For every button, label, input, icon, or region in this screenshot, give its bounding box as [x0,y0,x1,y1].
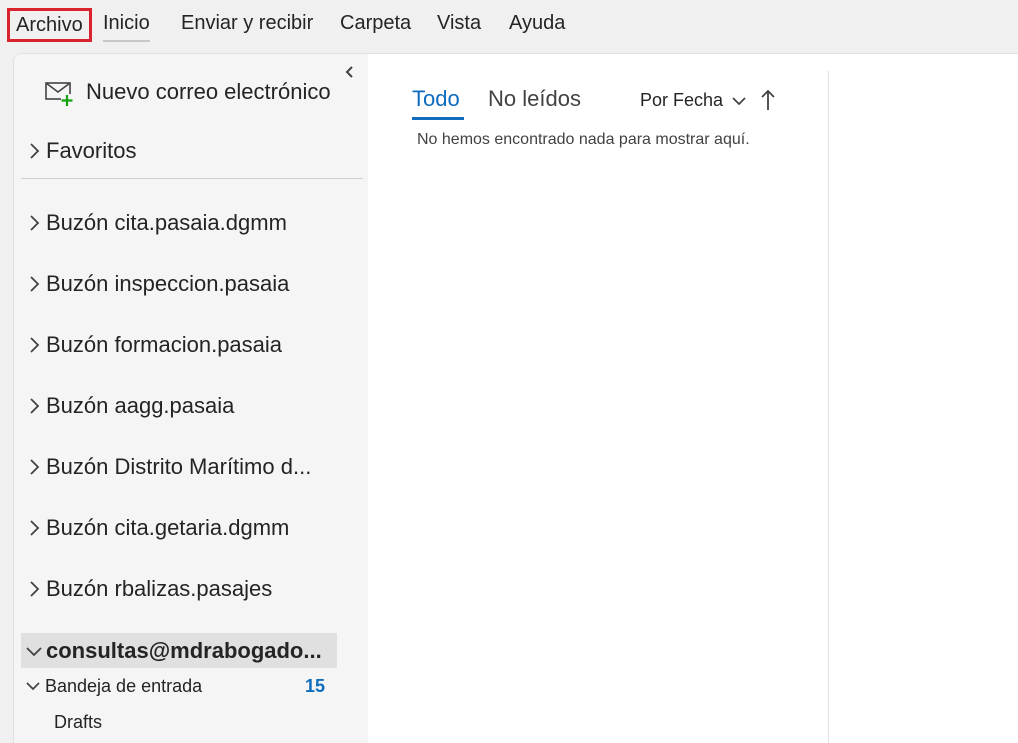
chevron-right-icon [24,274,44,294]
tree-item-mailbox[interactable]: Buzón cita.pasaia.dgmm [24,207,287,239]
new-mail-label: Nuevo correo electrónico [86,79,331,104]
chevron-down-icon [24,677,42,695]
folder-inbox-label: Bandeja de entrada [45,675,203,696]
account-header[interactable]: consultas@mdrabogado... [21,633,337,668]
tree-item-label: Buzón inspeccion.pasaia [46,271,290,296]
menu-ayuda[interactable]: Ayuda [509,9,565,39]
folder-drafts-label: Drafts [54,711,103,732]
tree-item-label: Buzón formacion.pasaia [46,332,283,357]
tab-todo-label: Todo [412,86,460,111]
collapse-pane-icon[interactable] [343,65,357,79]
chevron-down-icon [24,641,44,661]
tree-item-mailbox[interactable]: Buzón rbalizas.pasajes [24,573,272,605]
empty-list-message: No hemos encontrado nada para mostrar aq… [417,131,750,148]
tree-item-label: Favoritos [46,138,137,163]
tab-no-leidos[interactable]: No leídos [488,86,581,112]
sort-label: Por Fecha [640,90,724,110]
chevron-right-icon [24,141,44,161]
active-tab-indicator [412,117,464,120]
chevron-down-icon [731,93,747,109]
folder-drafts[interactable]: Drafts [54,710,102,734]
account-label: consultas@mdrabogado... [46,637,322,663]
tree-item-label: Buzón Distrito Marítimo d... [46,454,312,479]
tree-item-label: Buzón aagg.pasaia [46,393,235,418]
reading-pane [829,54,1018,743]
menu-inicio[interactable]: Inicio [103,9,150,42]
divider [21,178,363,179]
tab-todo[interactable]: Todo [412,86,464,120]
tree-item-mailbox[interactable]: Buzón formacion.pasaia [24,329,282,361]
folder-inbox[interactable]: Bandeja de entrada [24,674,202,698]
menu-enviar-recibir[interactable]: Enviar y recibir [181,9,313,39]
menu-bar: Archivo Inicio Enviar y recibir Carpeta … [0,0,1018,46]
tree-item-favoritos[interactable]: Favoritos [24,135,136,167]
tree-item-label: Buzón rbalizas.pasajes [46,576,273,601]
tree-item-mailbox[interactable]: Buzón aagg.pasaia [24,390,234,422]
tree-item-mailbox[interactable]: Buzón cita.getaria.dgmm [24,512,289,544]
new-mail-button[interactable]: Nuevo correo electrónico [44,76,331,108]
mail-new-icon [44,77,74,107]
folder-pane: Nuevo correo electrónico Favoritos Buzón… [14,54,368,743]
sort-by-date-button[interactable]: Por Fecha [640,90,747,111]
chevron-right-icon [24,579,44,599]
menu-carpeta[interactable]: Carpeta [340,9,411,39]
menu-archivo[interactable]: Archivo [7,8,92,42]
tree-item-mailbox[interactable]: Buzón inspeccion.pasaia [24,268,289,300]
active-tab-indicator [103,40,150,42]
unread-count-badge: 15 [305,676,326,696]
chevron-right-icon [24,335,44,355]
chevron-right-icon [24,396,44,416]
chevron-right-icon [24,213,44,233]
menu-inicio-label: Inicio [103,12,150,34]
tree-item-label: Buzón cita.pasaia.dgmm [46,210,287,235]
menu-vista[interactable]: Vista [437,9,481,39]
chevron-right-icon [24,457,44,477]
message-list-pane: Todo No leídos Por Fecha No hemos encont… [368,54,828,743]
tree-item-mailbox[interactable]: Buzón Distrito Marítimo d... [24,451,311,483]
main-window: Nuevo correo electrónico Favoritos Buzón… [13,53,1018,743]
sort-arrow-up-icon[interactable] [759,88,777,112]
chevron-right-icon [24,518,44,538]
tree-item-label: Buzón cita.getaria.dgmm [46,515,290,540]
